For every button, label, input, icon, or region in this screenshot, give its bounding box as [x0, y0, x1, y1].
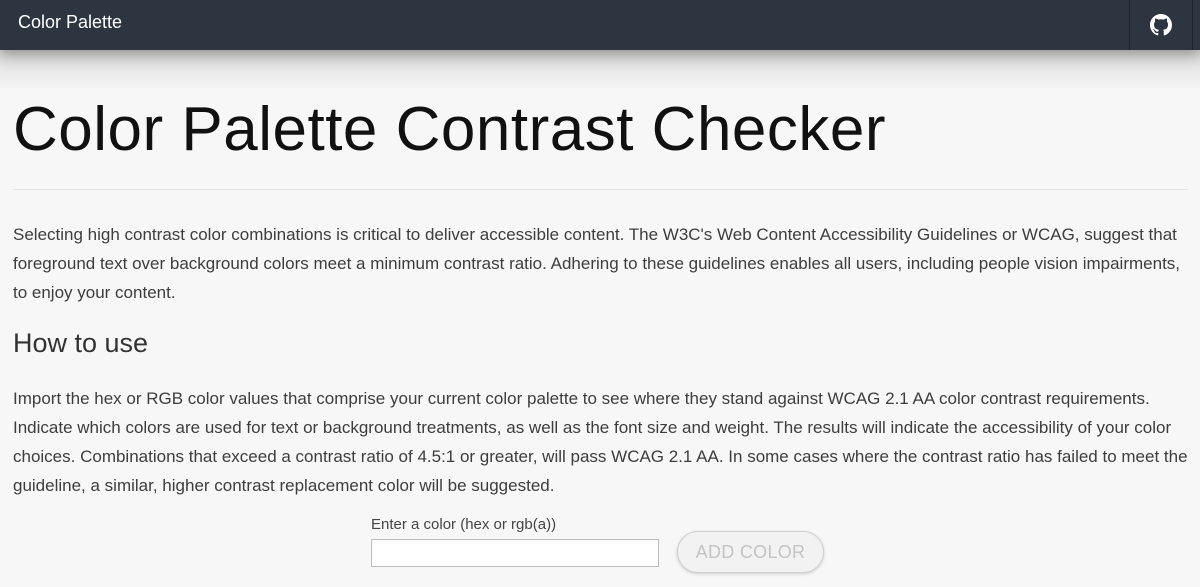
- how-to-paragraph: Import the hex or RGB color values that …: [13, 389, 1188, 495]
- navbar-shadow: [0, 50, 1200, 90]
- brand-title[interactable]: Color Palette: [18, 12, 122, 32]
- github-link[interactable]: [1129, 0, 1193, 50]
- how-to-heading: How to use: [13, 328, 149, 358]
- intro-paragraph: Selecting high contrast color combinatio…: [13, 225, 1181, 302]
- color-input-label: Enter a color (hex or rgb(a)): [371, 516, 557, 533]
- add-color-button[interactable]: ADD COLOR: [677, 531, 824, 573]
- page-title: Color Palette Contrast Checker: [13, 95, 887, 164]
- color-input[interactable]: [371, 539, 659, 567]
- github-icon: [1150, 14, 1172, 36]
- title-divider: [13, 189, 1188, 190]
- top-navbar: Color Palette: [0, 0, 1200, 50]
